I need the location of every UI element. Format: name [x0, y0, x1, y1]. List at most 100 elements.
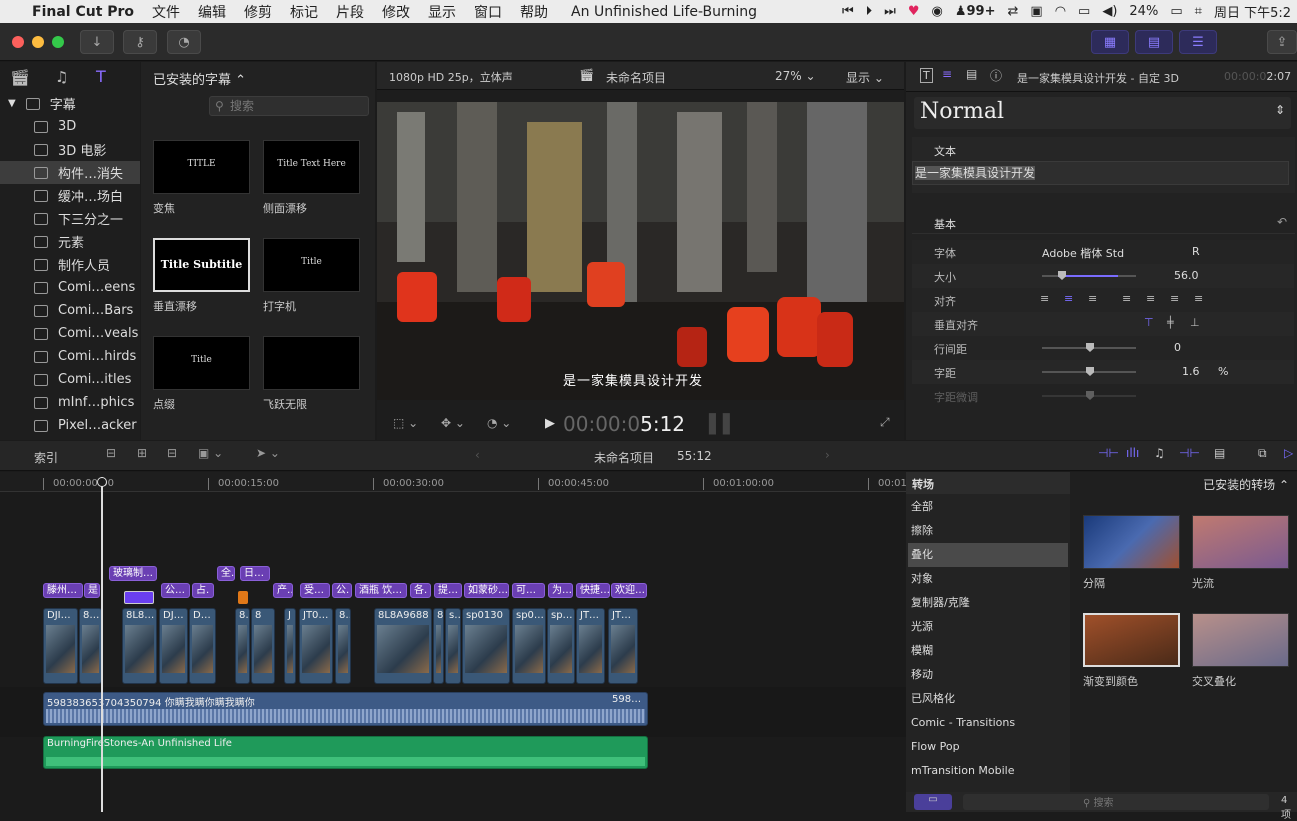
sidebar-item[interactable]: Comi…eens [0, 276, 140, 299]
slider-knob[interactable] [1058, 271, 1066, 280]
title-clip[interactable]: 产… [273, 583, 293, 598]
title-clip[interactable]: 日… [240, 566, 270, 581]
menu-modify[interactable]: 修改 [373, 2, 419, 22]
index-button[interactable]: 索引 [34, 449, 58, 466]
value-slider[interactable] [1042, 275, 1136, 277]
title-clip[interactable]: 玻璃制… [109, 566, 157, 581]
title-clip[interactable]: 全. [217, 566, 235, 581]
transition-thumbnail[interactable] [1083, 613, 1180, 667]
background-tasks-icon[interactable]: ◔ [167, 30, 201, 54]
caption-overlay[interactable]: 是一家集模具设计开发 [563, 370, 703, 389]
title-thumbnail[interactable]: Title [263, 238, 360, 292]
marker-clip[interactable] [238, 591, 248, 604]
inspector-row-value[interactable]: 0 [1174, 341, 1181, 354]
libraries-icon[interactable]: 🎬︎ [10, 68, 30, 87]
transition-category[interactable]: 光源 [908, 615, 1068, 639]
sidebar-item[interactable]: Comi…itles [0, 368, 140, 391]
text-entry-field[interactable]: 是一家集模具设计开发 [912, 161, 1289, 185]
slider-knob[interactable] [1086, 343, 1094, 352]
now-playing[interactable]: An Unfinished Life-Burning [557, 4, 766, 20]
vertical-align-icon[interactable]: ⊤ [1144, 316, 1154, 329]
solo-icon[interactable]: ♫ [1154, 446, 1165, 460]
preset-popup[interactable]: Normal ⇕ [914, 97, 1291, 129]
clip-appearance-icon[interactable]: ▤ [1214, 446, 1225, 460]
share-icon[interactable]: ⇪ [1267, 30, 1297, 54]
video-clip[interactable]: 8… [79, 608, 102, 684]
play-icon[interactable]: ⏵ [860, 4, 879, 19]
music-clip[interactable]: BurningFireStones-An Unfinished Life [43, 736, 648, 769]
speed-tool-icon[interactable]: ◔ ⌄ [487, 416, 511, 430]
transition-category[interactable]: Comic - Transitions [908, 711, 1068, 735]
title-clip[interactable]: 提… [434, 583, 462, 598]
fullscreen-icon[interactable]: ⤢ [880, 415, 890, 430]
volume-icon[interactable]: ◀) [1096, 4, 1123, 19]
crop-tool-icon[interactable]: ⬚ ⌄ [393, 416, 418, 430]
sidebar-item[interactable]: Comi…veals [0, 322, 140, 345]
photos-audio-icon[interactable]: ♫ [55, 68, 68, 86]
title-thumbnail[interactable] [263, 336, 360, 390]
playhead[interactable] [101, 477, 103, 812]
app-menu[interactable]: Final Cut Pro [32, 4, 143, 20]
sidebar-item[interactable]: 缓冲…场白 [0, 184, 140, 207]
title-thumbnail[interactable]: Title Subtitle [153, 238, 250, 292]
transitions-browser-icon[interactable]: ▷ [1284, 446, 1293, 460]
transition-category[interactable]: 擦除 [908, 519, 1068, 543]
sidebar-toggle-icon[interactable]: ▭ [914, 794, 952, 810]
slider-knob[interactable] [1086, 367, 1094, 376]
video-clip[interactable]: DJI… [43, 608, 78, 684]
audio-skimming-icon[interactable]: ıllı [1126, 446, 1139, 460]
audio-clip[interactable]: 598383653704350794 你瞒我瞒你瞒我瞒你 598… [43, 692, 648, 726]
timecode-display[interactable]: 00:00:05:12 [563, 412, 685, 436]
title-clip[interactable]: 是 [84, 583, 100, 598]
browser-header[interactable]: 已安装的字幕 ⌃ [153, 69, 246, 88]
video-clip[interactable]: sp… [547, 608, 575, 684]
menu-clip[interactable]: 片段 [327, 2, 373, 22]
video-clip[interactable]: 8L8… [122, 608, 157, 684]
title-clip[interactable]: 酒瓶 饮… [355, 583, 407, 598]
transition-category[interactable]: 模糊 [908, 639, 1068, 663]
sidebar-item[interactable]: 制作人员 [0, 253, 140, 276]
sidebar-item[interactable]: 3D [0, 115, 140, 138]
align-option-icon[interactable]: ≡ [1194, 292, 1203, 305]
view-menu[interactable]: 显示 ⌄ [846, 69, 884, 86]
video-clip[interactable]: 8L8A9688 [374, 608, 432, 684]
skimming-icon[interactable]: ⊣⊢ [1098, 446, 1119, 460]
sidebar-item[interactable]: Comi…Bars [0, 299, 140, 322]
wifi-icon[interactable]: ◠ [1049, 4, 1072, 19]
sidebar-item[interactable]: 元素 [0, 230, 140, 253]
back-arrow-icon[interactable]: ‹ [475, 448, 480, 462]
align-option-icon[interactable]: ≡ [1064, 292, 1073, 305]
title-clip[interactable]: 欢迎… [611, 583, 647, 598]
insert-clip-icon[interactable]: ⊞ [137, 446, 147, 460]
keyword-icon[interactable]: ⚷ [123, 30, 157, 54]
timeline-toggle-icon[interactable]: ▤ [1135, 30, 1173, 54]
title-clip[interactable]: 为… [548, 583, 573, 598]
video-clip[interactable]: D… [189, 608, 216, 684]
transition-thumbnail[interactable] [1192, 613, 1289, 667]
sidebar-item[interactable]: mInf…phics [0, 391, 140, 414]
title-clip[interactable]: 占. [192, 583, 214, 598]
video-clip[interactable]: 8… [235, 608, 250, 684]
inspector-row-value[interactable]: 56.0 [1174, 269, 1199, 282]
align-option-icon[interactable]: ≡ [1088, 292, 1097, 305]
title-clip[interactable]: 公… [161, 583, 190, 598]
append-clip-icon[interactable]: ⊟ [167, 446, 177, 460]
info-icon[interactable]: ⓘ [990, 67, 1002, 84]
titles-generators-icon[interactable]: T [96, 67, 106, 86]
basic-section-header[interactable]: 基本 ↶ [912, 212, 1295, 234]
title-clip[interactable]: 各. [410, 583, 431, 598]
transition-category[interactable]: 全部 [908, 495, 1068, 519]
video-clip[interactable]: DJ… [159, 608, 188, 684]
font-family-popup[interactable]: Adobe 楷体 Std [1042, 245, 1124, 261]
inspector-toggle-icon[interactable]: ☰ [1179, 30, 1217, 54]
video-clip[interactable]: J [284, 608, 296, 684]
vertical-align-icon[interactable]: ⊥ [1190, 316, 1200, 329]
menu-mark[interactable]: 标记 [281, 2, 327, 22]
menu-file[interactable]: 文件 [143, 2, 189, 22]
vertical-align-icon[interactable]: ╪ [1167, 316, 1174, 329]
title-clip[interactable]: 受… [300, 583, 330, 598]
transitions-header[interactable]: 已安装的转场 ⌃ [1203, 476, 1289, 493]
teamviewer-icon[interactable]: ⇄ [1001, 4, 1024, 19]
sidebar-item[interactable]: 构件…消失 [0, 161, 140, 184]
effects-browser-icon[interactable]: ⧉ [1258, 446, 1267, 461]
